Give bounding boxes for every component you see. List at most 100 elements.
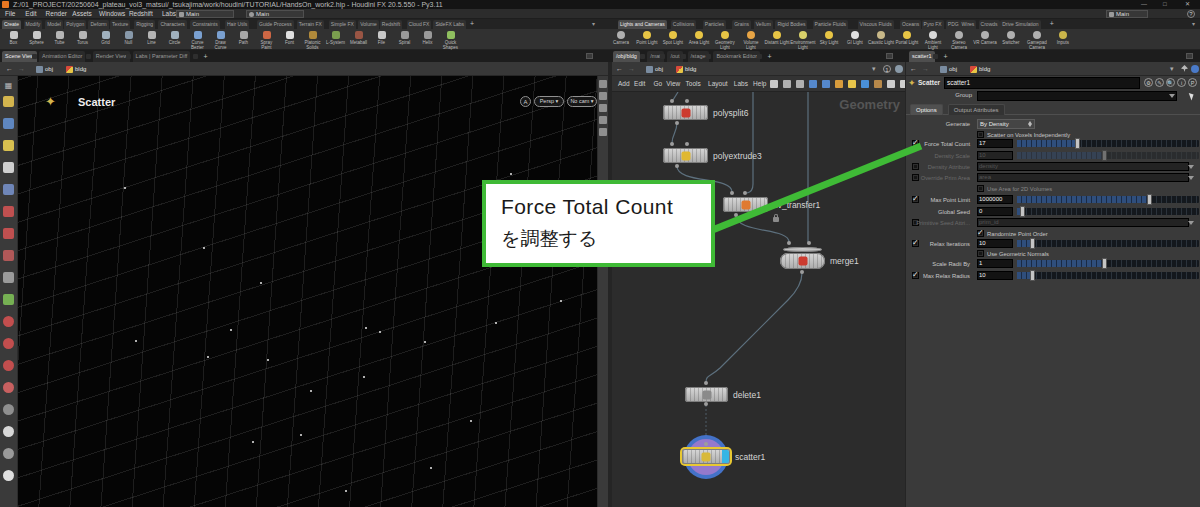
node-connector[interactable] [704,381,708,385]
select-arrow-icon[interactable] [3,162,14,173]
shelf-tab-guide-process[interactable]: Guide Process [257,20,294,29]
node-connector[interactable] [800,270,804,274]
node-connector[interactable] [704,402,708,406]
translate-icon[interactable] [3,184,14,195]
node-connector[interactable] [675,121,679,125]
shelf-tab-redshift[interactable]: Redshift [380,20,402,29]
shelf-tool-circle[interactable]: Circle [163,31,186,46]
netmenu-view[interactable]: View [666,76,680,92]
param-slider[interactable] [1017,208,1199,215]
tools-icon[interactable] [770,80,778,88]
shelf-tool-gamepad-camera[interactable]: Gamepad Camera [1024,31,1050,50]
desktop-selector-1[interactable]: Main [176,10,234,18]
param-tab-options[interactable]: Options [910,104,943,115]
shelf-tool-torus[interactable]: Torus [71,31,94,46]
field-menu-icon[interactable] [1188,165,1194,169]
param-field[interactable]: 1000000 [977,195,1013,204]
pane-tab-close[interactable] [86,54,91,59]
path-obj[interactable]: obj [34,64,55,74]
shelf-tool-file[interactable]: File [370,31,393,46]
netmenu-help[interactable]: Help [753,76,766,92]
node-polysplit6[interactable] [663,105,708,120]
param-enable-checkbox[interactable] [912,163,919,170]
persp-selector[interactable]: Persp ▾ [534,96,564,107]
shelf-tab-deform[interactable]: Deform [88,20,108,29]
shelf-add-tab-2[interactable]: + [1050,19,1054,29]
grid-blue-icon[interactable] [809,80,817,88]
node-connector[interactable] [685,99,689,103]
shelf-tool-draw-curve[interactable]: Draw Curve [209,31,232,50]
shelf-tool-stereo-camera[interactable]: Stereo Camera [946,31,972,50]
pane-add-tab-3[interactable]: + [943,51,947,62]
path-bldg[interactable]: bldg [968,64,992,74]
param-enable-checkbox[interactable] [912,140,919,147]
shelf-tab-drive-simulation[interactable]: Drive Simulation [1000,20,1040,29]
node-polyextrude3[interactable] [663,148,708,163]
info-icon[interactable]: i [1177,78,1186,87]
list-icon[interactable] [796,80,804,88]
shelf-tool-l-system[interactable]: L-System [324,31,347,46]
pane-tab-animation-editor[interactable]: Animation Editor [39,51,85,62]
node-connector[interactable] [807,241,811,245]
pin-icon[interactable] [1181,65,1188,72]
shelf-menu-arrow[interactable]: ▾ [592,19,595,29]
lock-camera-icon[interactable] [599,104,607,112]
shelf-tab-rigid-bodies[interactable]: Rigid Bodies [775,20,807,29]
slider-handle[interactable] [1076,139,1079,148]
shelf-tool-grid[interactable]: Grid [94,31,117,46]
param-slider[interactable] [1017,152,1199,159]
netmenu-go[interactable]: Go [653,76,662,92]
menu-labs[interactable]: Labs [162,9,176,19]
tools-x-icon[interactable] [3,272,14,283]
snap-magnet-icon[interactable] [3,382,14,393]
shelf-tool-null[interactable]: Null [117,31,140,46]
pane-tab-close[interactable] [681,54,686,59]
select-mode-icon[interactable] [3,118,14,129]
menu-edit[interactable]: Edit [25,9,36,19]
pane-tab-close[interactable] [660,54,665,59]
node-delete1[interactable] [685,387,728,402]
pane-tab-close[interactable] [757,54,762,59]
shelf-tab-collisions[interactable]: Collisions [671,20,696,29]
box-icon[interactable] [874,80,882,88]
forward-button[interactable]: → [18,64,25,74]
circle-tool-icon[interactable] [3,426,14,437]
param-field[interactable]: 10 [977,239,1013,248]
snap-grid-icon[interactable] [3,316,14,327]
shelf-tool-environment-light[interactable]: Environment Light [790,31,816,50]
shelf-tool-spiral[interactable]: Spiral [393,31,416,46]
slider-handle[interactable] [1148,195,1151,204]
minimize-button[interactable]: — [1141,0,1147,9]
param-field[interactable]: area [977,173,1189,182]
shelf-tool-path[interactable]: Path [232,31,255,46]
shelf-tab-pdg[interactable]: PDG [946,20,961,29]
network-editor[interactable]: Geometry polysplit6polyextrude3uv_transf… [612,92,905,507]
shelf-tab-modify[interactable]: Modify [24,20,43,29]
color-icon[interactable] [861,80,869,88]
param-field[interactable]: 10 [977,151,1013,160]
snap-point-icon[interactable] [3,338,14,349]
shelf-tool-camera[interactable]: Camera [608,31,634,46]
shelf-tab-hair-utils[interactable]: Hair Utils [225,20,249,29]
help-badge[interactable]: ? [1187,10,1195,18]
pane-tab-close[interactable] [126,54,131,59]
lock-icon[interactable]: A [520,96,531,107]
shelf-tab-oceans[interactable]: Oceans [900,20,921,29]
field-menu-icon[interactable] [1188,176,1194,180]
shelf-add-tab[interactable]: + [470,19,474,29]
group-input[interactable] [977,91,1177,101]
pick-arrow-icon[interactable] [1189,92,1195,101]
slider-handle[interactable] [1103,259,1106,268]
view-grid-icon[interactable] [599,116,607,124]
shelf-tab-vellum[interactable]: Vellum [754,20,773,29]
param-field[interactable]: prim_id [977,218,1189,227]
netmenu-tools[interactable]: Tools [686,76,701,92]
path-dropdown-icon[interactable]: ▾ [1170,64,1174,74]
path-bldg[interactable]: bldg [674,64,698,74]
back-button[interactable]: ← [616,64,623,74]
pane-tab-bookmark-editor[interactable]: Bookmark Editor [713,51,760,62]
node-connector[interactable] [685,142,689,146]
shelf-tool-point-light[interactable]: Point Light [634,31,660,46]
shelf-tool-ambient-light[interactable]: Ambient Light [920,31,946,50]
field-menu-icon[interactable] [1188,221,1194,225]
